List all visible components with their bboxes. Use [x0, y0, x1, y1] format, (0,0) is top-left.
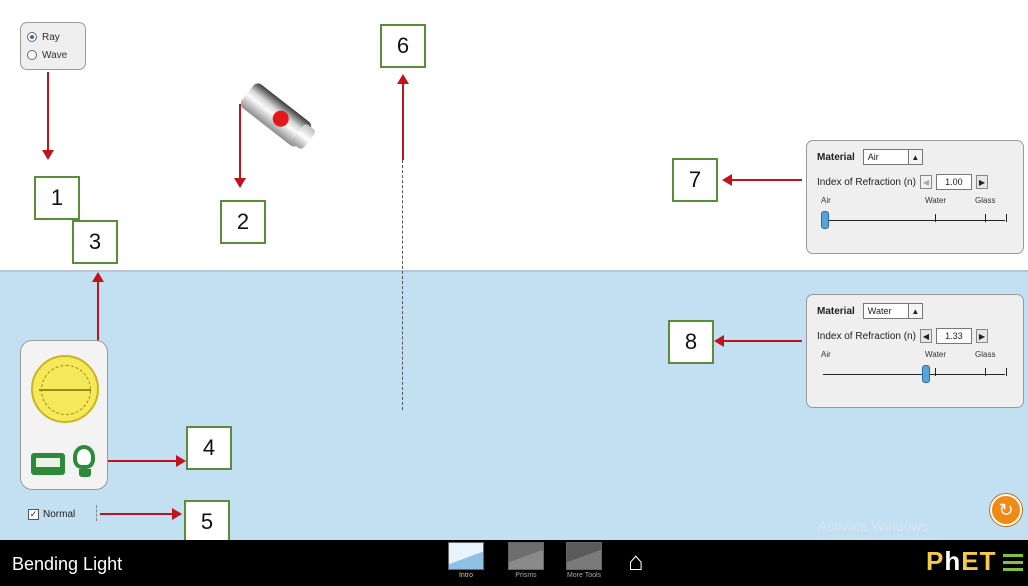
top-scale-labels: Air Water Glass [817, 196, 1013, 208]
top-scale-water: Water [925, 196, 947, 205]
ray-wave-panel: Ray Wave [20, 22, 86, 70]
top-material-combo[interactable]: Air ▲ [862, 149, 923, 165]
top-scale-glass: Glass [975, 196, 996, 205]
bottom-index-decrement-button[interactable]: ◀ [919, 329, 932, 343]
reset-all-icon[interactable]: ↻ [990, 494, 1022, 526]
wave-radio[interactable] [27, 50, 37, 60]
callout-box-2: 2 [220, 200, 266, 244]
ray-radio[interactable] [27, 32, 37, 42]
app-title: Bending Light [12, 554, 123, 574]
protractor-icon[interactable] [31, 355, 99, 423]
bottom-index-value[interactable]: 1.33 [935, 328, 972, 344]
callout-arrow-7 [722, 174, 802, 186]
light-bulb-icon[interactable] [73, 445, 95, 469]
top-index-decrement-button[interactable]: ◀ [919, 175, 932, 189]
top-slider-track [823, 220, 1005, 221]
callout-arrow-4 [108, 455, 186, 467]
bottom-material-combo[interactable]: Water ▲ [862, 303, 923, 319]
bottom-index-increment-button[interactable]: ▶ [975, 329, 988, 343]
ray-radio-option[interactable]: Ray [27, 28, 79, 46]
top-index-label: Index of Refraction (n) [817, 176, 916, 188]
menu-icon[interactable] [1003, 554, 1023, 575]
intro-screen-icon[interactable] [448, 542, 484, 570]
callout-arrow-8 [714, 335, 802, 347]
callout-arrow-5 [100, 508, 182, 520]
top-slider-tick-glass [985, 214, 986, 222]
top-slider-tick-end [1006, 214, 1007, 222]
bottom-slider-tick-end [1006, 368, 1007, 376]
callout-box-5: 5 [184, 500, 230, 544]
bottom-slider-thumb[interactable] [922, 365, 931, 383]
home-icon[interactable]: ⌂ [628, 547, 644, 575]
wave-radio-label: Wave [42, 49, 68, 61]
callout-box-4: 4 [186, 426, 232, 470]
bottom-slider-tick-glass [985, 368, 986, 376]
normal-line [402, 160, 403, 410]
bottom-index-slider[interactable] [817, 364, 1013, 384]
bottom-index-label: Index of Refraction (n) [817, 330, 916, 342]
top-slider-tick-water [935, 214, 936, 222]
toolbox-panel [20, 340, 108, 490]
top-material-label: Material [817, 151, 855, 163]
callout-box-7: 7 [672, 158, 718, 202]
bottom-scale-water: Water [925, 350, 947, 359]
top-medium-panel: Material Air ▲ Index of Refraction (n) ◀… [806, 140, 1024, 254]
callout-arrow-2 [234, 104, 246, 188]
checkmark-icon[interactable]: ✓ [28, 509, 39, 520]
prisms-screen-icon[interactable] [508, 542, 544, 570]
callout-arrow-1 [42, 72, 54, 160]
watermark-title: Activate Windows [818, 518, 929, 534]
top-material-value: Air [867, 152, 879, 162]
chevron-down-icon[interactable]: ▲ [907, 150, 922, 164]
more-tools-screen-icon[interactable] [566, 542, 602, 570]
bottom-medium-panel: Material Water ▲ Index of Refraction (n)… [806, 294, 1024, 408]
bottom-scale-labels: Air Water Glass [817, 350, 1013, 362]
bottom-material-value: Water [867, 306, 892, 316]
laser-on-button[interactable] [269, 107, 292, 130]
callout-box-1: 1 [34, 176, 80, 220]
divider [96, 505, 97, 521]
bottom-scale-air: Air [821, 350, 831, 359]
prisms-screen-label[interactable]: Prisms [496, 572, 556, 579]
wave-radio-option[interactable]: Wave [27, 46, 79, 64]
callout-box-8: 8 [668, 320, 714, 364]
top-index-value[interactable]: 1.00 [935, 174, 972, 190]
callout-arrow-6 [397, 74, 409, 160]
ray-radio-label: Ray [42, 31, 60, 43]
normal-checkbox-label: Normal [43, 509, 76, 520]
intensity-meter-icon[interactable] [31, 453, 65, 475]
top-index-increment-button[interactable]: ▶ [975, 175, 988, 189]
bottom-slider-tick-water [935, 368, 936, 376]
navigation-bar: Bending Light Intro Prisms More Tools ⌂ … [0, 540, 1028, 586]
bottom-slider-track [823, 374, 1005, 375]
intro-screen-label[interactable]: Intro [436, 572, 496, 579]
callout-box-6: 6 [380, 24, 426, 68]
more-tools-screen-label[interactable]: More Tools [554, 572, 614, 579]
bottom-scale-glass: Glass [975, 350, 996, 359]
normal-checkbox[interactable]: ✓ Normal [28, 509, 75, 520]
top-scale-air: Air [821, 196, 831, 205]
phet-logo[interactable]: PhET [926, 546, 996, 577]
top-slider-thumb[interactable] [821, 211, 829, 229]
callout-box-3: 3 [72, 220, 118, 264]
light-bulb-base [79, 469, 91, 477]
bottom-material-label: Material [817, 305, 855, 317]
top-index-slider[interactable] [817, 210, 1013, 230]
chevron-down-icon[interactable]: ▲ [907, 304, 922, 318]
